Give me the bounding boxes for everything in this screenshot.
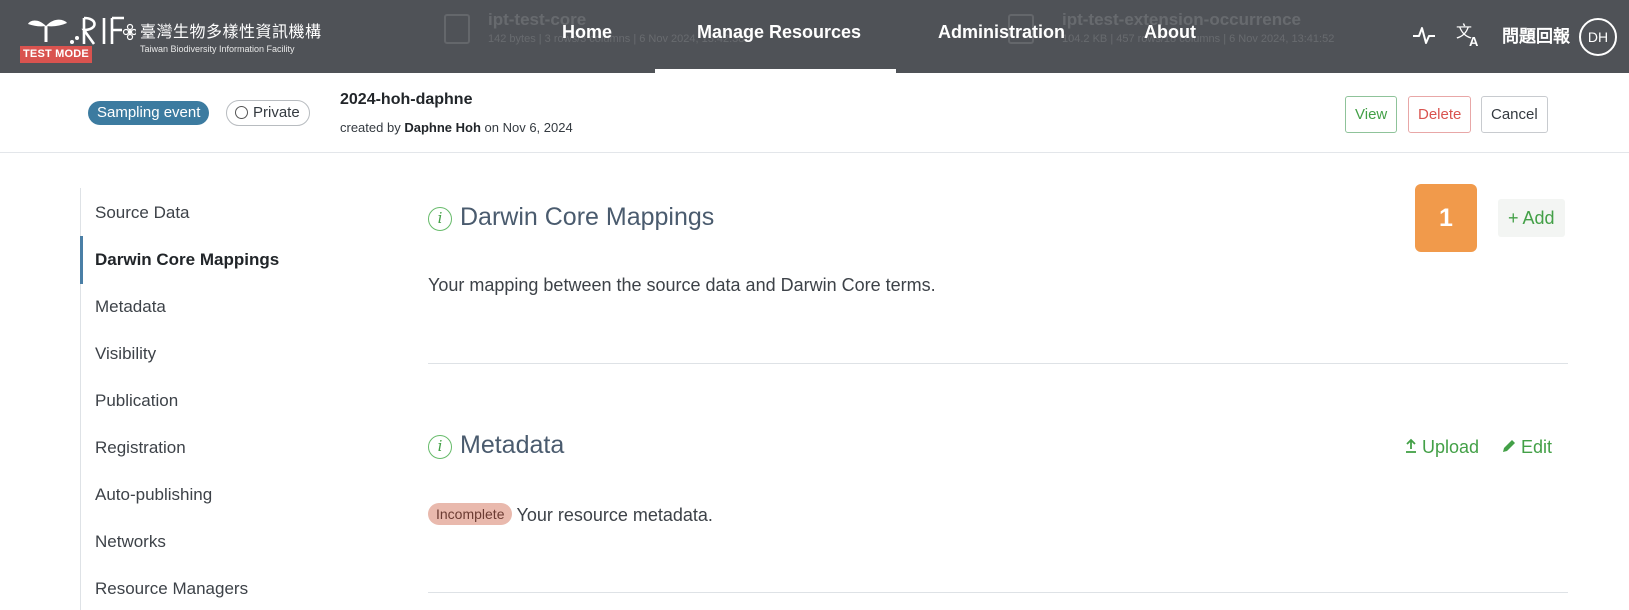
ghost-file-right-title: ipt-test-extension-occurrence — [1062, 10, 1301, 29]
upload-metadata-link[interactable]: Upload — [1404, 437, 1479, 458]
tbif-logo-mark-icon — [28, 16, 136, 45]
add-mapping-button[interactable]: + Add — [1498, 199, 1565, 237]
side-nav-resource-managers[interactable]: Resource Managers — [95, 579, 248, 599]
svg-text:A: A — [1469, 34, 1479, 48]
visibility-badge: Private — [226, 100, 310, 126]
upload-label: Upload — [1422, 437, 1480, 457]
side-nav-active-indicator — [80, 236, 83, 284]
side-nav-darwin-core-mappings[interactable]: Darwin Core Mappings — [95, 250, 279, 270]
ghost-file-right: ipt-test-extension-occurrence 104.2 KB |… — [1062, 10, 1334, 45]
pencil-icon — [1503, 440, 1515, 452]
resource-created-info: created by Daphne Hoh on Nov 6, 2024 — [340, 120, 573, 135]
resource-type-badge: Sampling event — [88, 101, 210, 125]
mappings-description: Your mapping between the source data and… — [428, 275, 936, 295]
metadata-description: Your resource metadata. — [516, 505, 713, 525]
nav-link-home[interactable]: Home — [562, 22, 612, 43]
resource-name: 2024-hoh-daphne — [340, 91, 473, 108]
view-button[interactable]: View — [1345, 96, 1398, 133]
org-name-zh: 臺灣生物多樣性資訊機構 — [140, 22, 322, 41]
ghost-file-right-sub: 104.2 KB | 457 rows/18 columns | 6 Nov 2… — [1062, 33, 1335, 45]
test-mode-badge: TEST MODE — [20, 46, 92, 63]
side-nav-metadata[interactable]: Metadata — [95, 297, 166, 317]
step-number-badge: 1 — [1415, 184, 1477, 252]
org-name-en: Taiwan Biodiversity Information Facility — [140, 44, 295, 54]
creator-name: Daphne Hoh — [404, 120, 481, 135]
created-suffix: on Nov 6, 2024 — [484, 120, 573, 135]
nav-link-about[interactable]: About — [1144, 22, 1196, 43]
mappings-section-title: i Darwin Core Mappings — [428, 203, 714, 232]
side-nav-networks[interactable]: Networks — [95, 532, 166, 552]
created-prefix: created by — [340, 120, 401, 135]
upload-icon — [1406, 438, 1416, 453]
side-nav-auto-publishing[interactable]: Auto-publishing — [95, 485, 212, 505]
info-icon[interactable]: i — [428, 435, 452, 459]
side-nav-source-data[interactable]: Source Data — [95, 203, 190, 223]
mappings-title-text: Darwin Core Mappings — [460, 203, 715, 231]
app-root: ipt-test-core 142 bytes | 3 rows/3 colum… — [0, 0, 1629, 610]
nav-link-manage-resources[interactable]: Manage Resources — [697, 22, 861, 43]
nav-link-administration[interactable]: Administration — [938, 22, 1065, 43]
user-avatar[interactable]: DH — [1579, 18, 1617, 56]
delete-button[interactable]: Delete — [1408, 96, 1472, 133]
edit-metadata-link[interactable]: Edit — [1501, 437, 1552, 458]
top-navbar: ipt-test-core 142 bytes | 3 rows/3 colum… — [0, 0, 1629, 73]
visibility-badge-label: Private — [253, 104, 300, 121]
side-nav-visibility[interactable]: Visibility — [95, 344, 156, 364]
translate-icon[interactable]: 文 A — [1455, 20, 1483, 48]
tbif-logo[interactable]: 臺灣生物多樣性資訊機構 Taiwan Biodiversity Informat… — [20, 12, 322, 63]
side-nav-publication[interactable]: Publication — [95, 391, 178, 411]
private-circle-icon — [235, 106, 248, 119]
incomplete-status-badge: Incomplete — [428, 503, 513, 525]
activity-icon[interactable] — [1411, 22, 1437, 48]
feedback-link[interactable]: 問題回報 — [1502, 22, 1570, 47]
side-nav-registration[interactable]: Registration — [95, 438, 186, 458]
edit-label: Edit — [1521, 437, 1553, 457]
info-icon[interactable]: i — [428, 207, 452, 231]
cancel-button[interactable]: Cancel — [1481, 96, 1548, 133]
ghost-file-icon — [444, 14, 470, 44]
section-divider — [428, 592, 1568, 593]
section-divider — [428, 363, 1568, 364]
metadata-title-text: Metadata — [460, 431, 565, 459]
resource-header: Sampling event Private 2024-hoh-daphne c… — [0, 73, 1629, 153]
metadata-section-title: i Metadata — [428, 431, 564, 460]
metadata-description-row: Incomplete Your resource metadata. — [428, 503, 713, 526]
